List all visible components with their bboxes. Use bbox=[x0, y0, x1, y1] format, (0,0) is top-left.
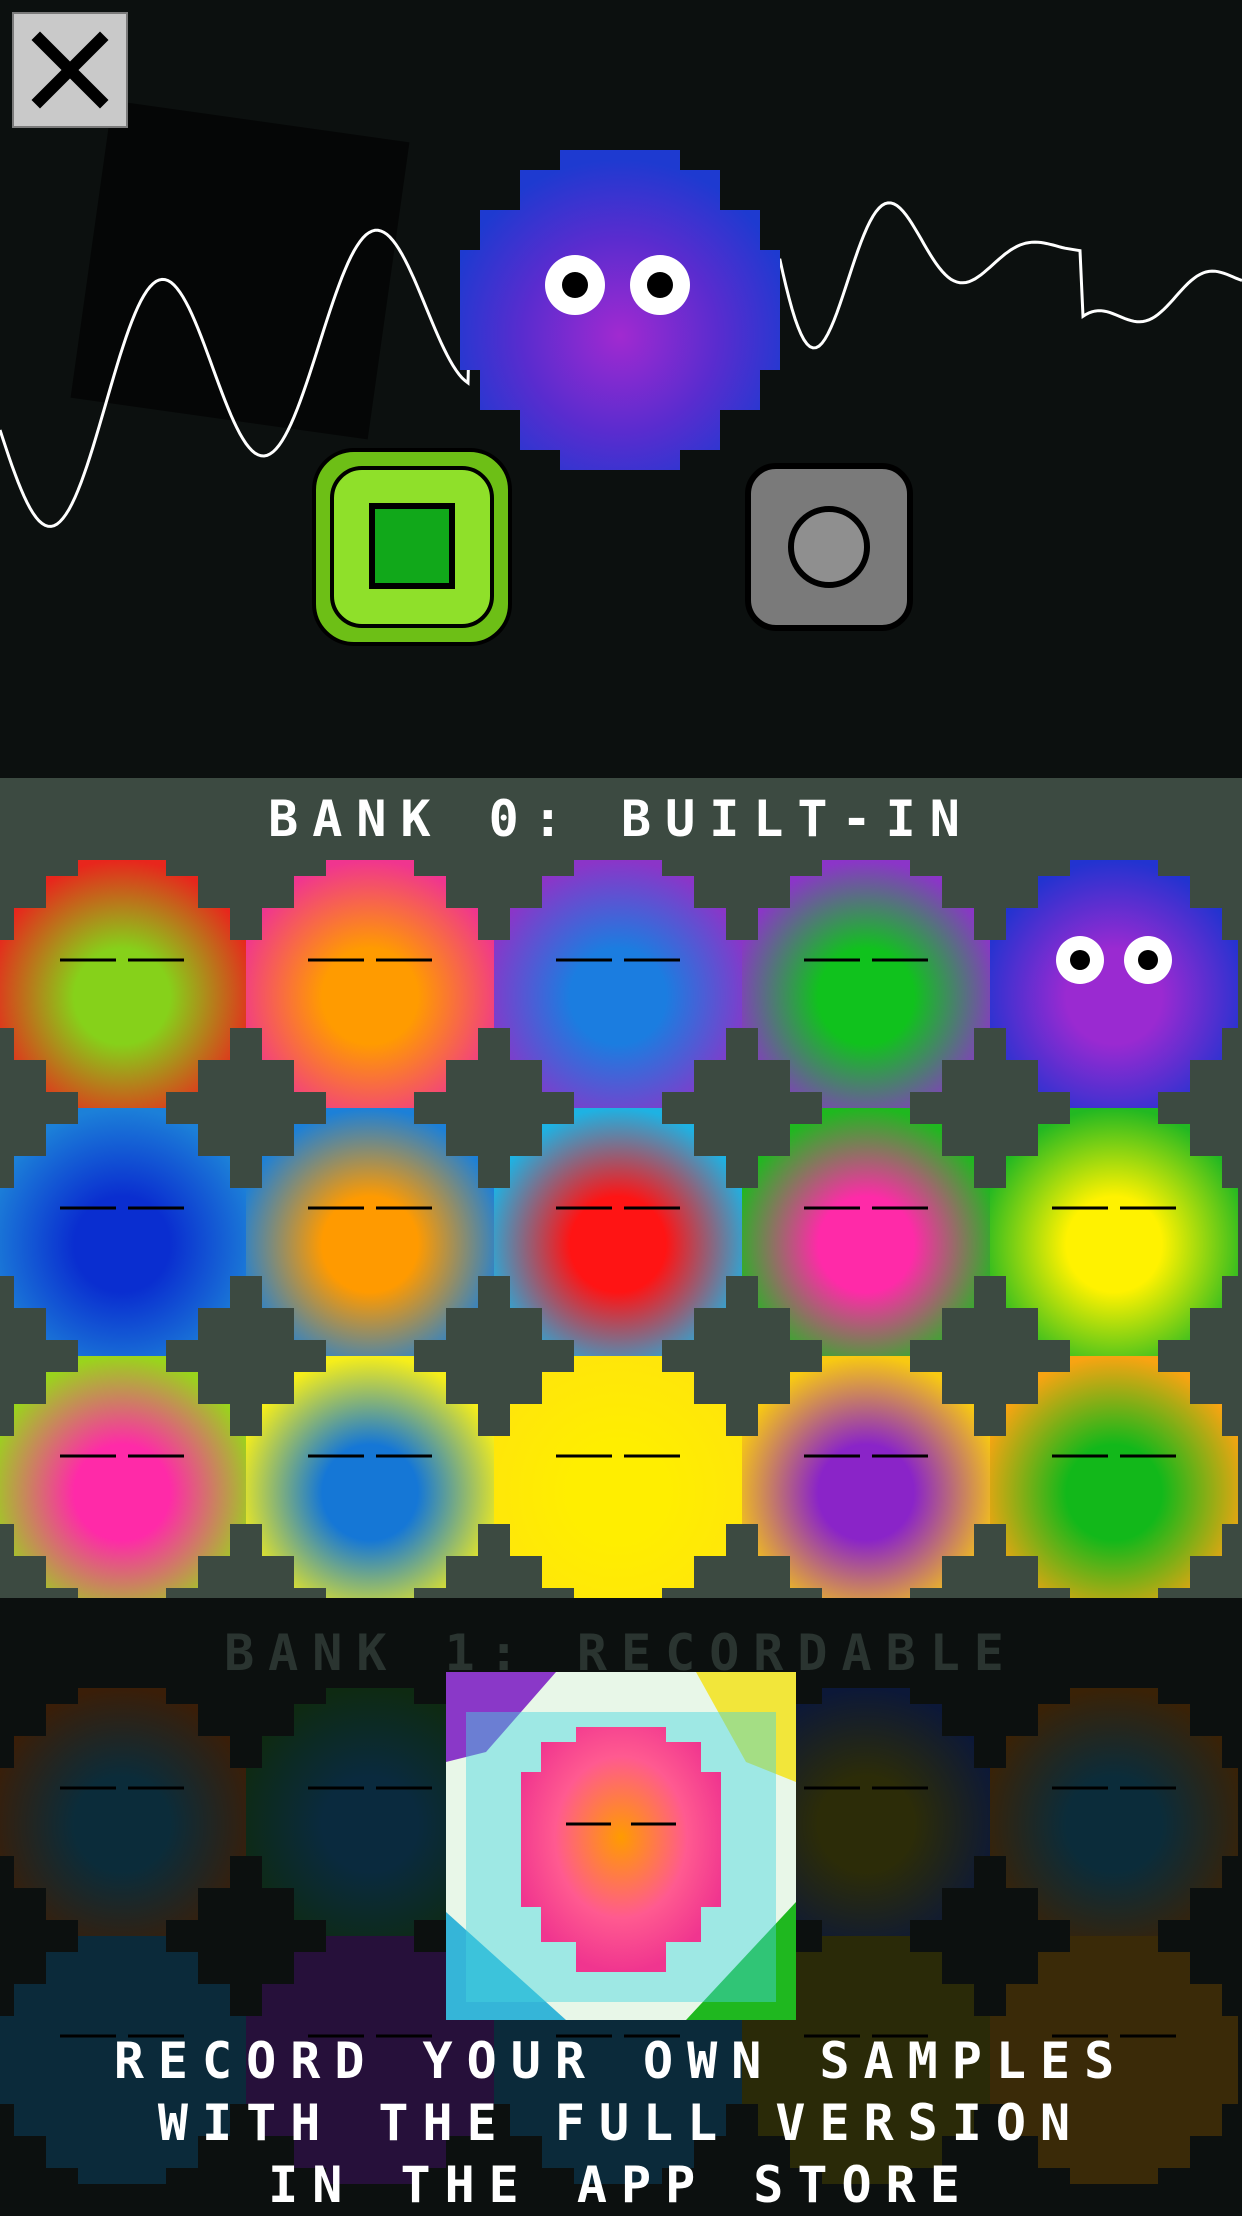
record-circle-icon bbox=[788, 506, 870, 588]
bank0-sample-blob[interactable] bbox=[742, 860, 990, 1108]
bank0-sample-blob[interactable] bbox=[990, 1356, 1238, 1604]
bank0-sample-blob[interactable] bbox=[990, 1108, 1238, 1356]
bank-0-grid bbox=[0, 860, 1242, 1604]
bank1-sample-blob[interactable] bbox=[990, 1688, 1238, 1936]
bank0-sample-blob[interactable] bbox=[246, 1108, 494, 1356]
bank0-sample-blob[interactable] bbox=[0, 1108, 246, 1356]
stop-square-icon bbox=[369, 503, 455, 589]
bank0-sample-blob[interactable] bbox=[246, 860, 494, 1108]
bank0-sample-blob[interactable] bbox=[0, 860, 246, 1108]
sample-preview[interactable] bbox=[446, 1672, 796, 2020]
promo-line-2: WITH THE FULL VERSION bbox=[157, 2094, 1085, 2152]
promo-text: RECORD YOUR OWN SAMPLES WITH THE FULL VE… bbox=[0, 2030, 1242, 2216]
promo-line-3: IN THE APP STORE bbox=[268, 2156, 974, 2214]
bank0-sample-blob[interactable] bbox=[742, 1356, 990, 1604]
bank0-sample-blob[interactable] bbox=[990, 860, 1238, 1108]
bank-0-panel: BANK 0: BUILT-IN bbox=[0, 778, 1242, 1604]
bank1-sample-blob[interactable] bbox=[0, 1688, 246, 1936]
close-icon bbox=[31, 31, 109, 109]
close-button[interactable] bbox=[12, 12, 128, 128]
bank0-sample-blob[interactable] bbox=[494, 1108, 742, 1356]
bank0-sample-blob[interactable] bbox=[0, 1356, 246, 1604]
promo-line-1: RECORD YOUR OWN SAMPLES bbox=[113, 2032, 1129, 2090]
player-area bbox=[0, 0, 1242, 778]
bank-0-title: BANK 0: BUILT-IN bbox=[268, 790, 974, 848]
bank0-sample-blob[interactable] bbox=[742, 1108, 990, 1356]
record-button[interactable] bbox=[744, 462, 914, 632]
bank0-sample-blob[interactable] bbox=[246, 1356, 494, 1604]
bank0-sample-blob[interactable] bbox=[494, 1356, 742, 1604]
stop-button[interactable] bbox=[312, 448, 512, 646]
mascot-blob-icon bbox=[460, 150, 780, 470]
bank0-sample-blob[interactable] bbox=[494, 860, 742, 1108]
